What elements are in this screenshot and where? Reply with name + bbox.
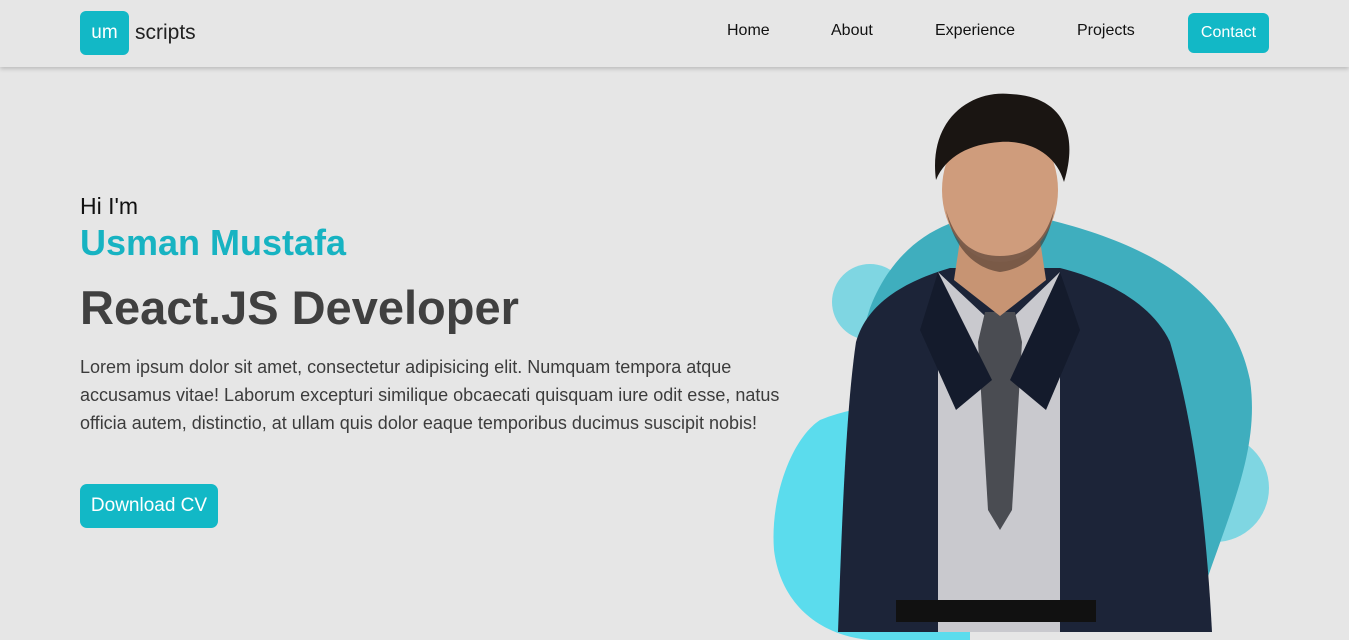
- nav-link-about[interactable]: About: [831, 22, 873, 40]
- hero-greeting: Hi I'm: [80, 193, 139, 219]
- hero-description: Lorem ipsum dolor sit amet, consectetur …: [80, 357, 780, 433]
- profile-photo: [838, 93, 1212, 632]
- download-cv-button[interactable]: Download CV: [80, 484, 218, 528]
- contact-button[interactable]: Contact: [1188, 13, 1269, 53]
- site-logo[interactable]: um scripts: [80, 11, 196, 55]
- hero-name: Usman Mustafa: [80, 222, 347, 263]
- logo-text: scripts: [135, 21, 196, 44]
- nav-link-projects[interactable]: Projects: [1077, 22, 1135, 40]
- logo-badge: um: [80, 11, 129, 55]
- nav-link-home[interactable]: Home: [727, 22, 770, 40]
- nav-link-experience[interactable]: Experience: [935, 22, 1015, 40]
- hero-illustration: [773, 93, 1269, 640]
- top-navbar: um scripts Home About Experience Project…: [0, 0, 1349, 67]
- hero-role: React.JS Developer: [80, 281, 519, 334]
